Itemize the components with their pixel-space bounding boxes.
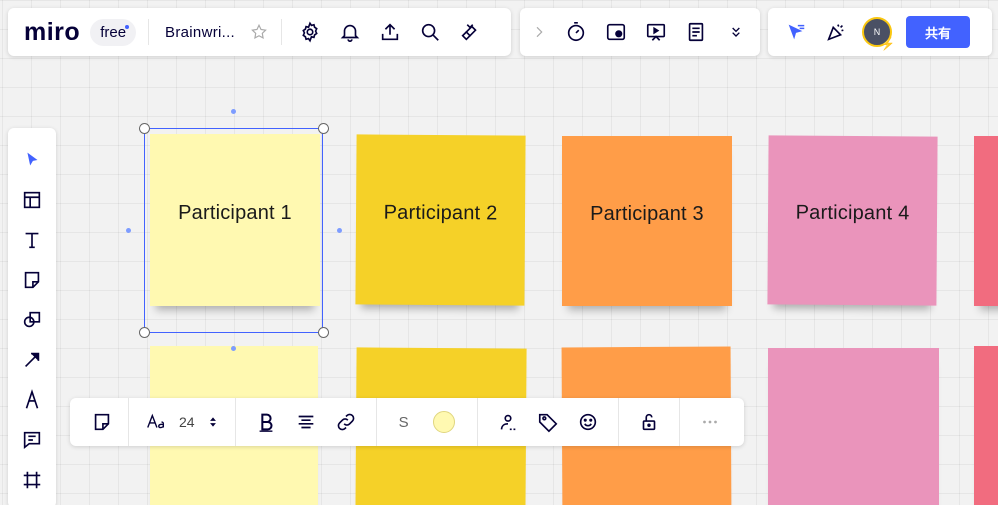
presentation-icon[interactable] bbox=[636, 14, 676, 50]
plugin-icon[interactable] bbox=[450, 14, 490, 50]
comment-icon[interactable] bbox=[14, 420, 50, 460]
pen-tool-icon[interactable] bbox=[14, 380, 50, 420]
templates-icon[interactable] bbox=[14, 180, 50, 220]
notes-icon[interactable] bbox=[676, 14, 716, 50]
bell-icon[interactable] bbox=[330, 14, 370, 50]
fill-color-swatch[interactable] bbox=[432, 411, 455, 433]
sticky-note-text[interactable]: Participant 3 bbox=[590, 203, 704, 226]
top-middle-toolbar bbox=[520, 8, 760, 56]
search-icon[interactable] bbox=[410, 14, 450, 50]
chevron-right-icon[interactable] bbox=[522, 14, 556, 50]
tag-icon[interactable] bbox=[528, 404, 568, 440]
select-cursor-icon[interactable] bbox=[14, 140, 50, 180]
share-button[interactable]: 共有 bbox=[906, 16, 970, 48]
sticky-note-partial[interactable] bbox=[974, 136, 998, 306]
lock-icon[interactable] bbox=[629, 404, 669, 440]
assign-icon[interactable] bbox=[488, 404, 528, 440]
font-size-stepper-icon[interactable] bbox=[201, 404, 225, 440]
connector-dot[interactable] bbox=[337, 228, 342, 233]
arrow-tool-icon[interactable] bbox=[14, 340, 50, 380]
frame-icon[interactable] bbox=[14, 460, 50, 500]
celebrate-icon[interactable] bbox=[816, 14, 856, 50]
top-right-toolbar: N ⚡ 共有 bbox=[768, 8, 992, 56]
upload-icon[interactable] bbox=[370, 14, 410, 50]
plan-badge[interactable]: free bbox=[90, 18, 137, 46]
font-group: 24 bbox=[129, 398, 236, 446]
sticky-note-type-icon[interactable] bbox=[84, 404, 120, 440]
avatar-initial: N bbox=[873, 27, 881, 37]
context-toolbar: 24 S bbox=[70, 398, 744, 446]
resize-handle[interactable] bbox=[139, 123, 150, 134]
font-family-icon[interactable] bbox=[139, 404, 173, 440]
left-toolbar bbox=[8, 128, 56, 505]
text-format-group bbox=[236, 398, 377, 446]
timer-icon[interactable] bbox=[556, 14, 596, 50]
sticky-note[interactable]: Participant 4 bbox=[767, 135, 938, 306]
meta-group bbox=[478, 398, 619, 446]
connector-dot[interactable] bbox=[231, 346, 236, 351]
double-chevron-down-icon[interactable] bbox=[716, 14, 756, 50]
font-size-value[interactable]: 24 bbox=[179, 414, 195, 430]
sticky-note[interactable]: Participant 3 bbox=[562, 136, 732, 306]
note-type-group bbox=[70, 398, 129, 446]
star-icon[interactable] bbox=[245, 14, 273, 50]
selection-box bbox=[144, 128, 323, 333]
resize-handle[interactable] bbox=[139, 327, 150, 338]
align-center-icon[interactable] bbox=[286, 404, 326, 440]
gear-icon[interactable] bbox=[290, 14, 330, 50]
divider bbox=[148, 19, 150, 45]
shapes-icon[interactable] bbox=[14, 300, 50, 340]
text-tool-icon[interactable] bbox=[14, 220, 50, 260]
resize-handle[interactable] bbox=[318, 327, 329, 338]
top-left-toolbar: miro free Brainwri... bbox=[8, 8, 511, 56]
miro-logo[interactable]: miro bbox=[24, 18, 80, 47]
cursor-reactions-icon[interactable] bbox=[776, 14, 816, 50]
more-icon[interactable] bbox=[690, 404, 730, 440]
color-group: S bbox=[377, 398, 478, 446]
sticky-note-partial[interactable] bbox=[974, 346, 998, 505]
plan-dot bbox=[125, 24, 130, 29]
lightning-icon: ⚡ bbox=[880, 37, 895, 51]
sticky-note-text[interactable]: Participant 4 bbox=[796, 202, 910, 226]
screen-record-icon[interactable] bbox=[596, 14, 636, 50]
emoji-icon[interactable] bbox=[568, 404, 608, 440]
user-avatar[interactable]: N ⚡ bbox=[862, 17, 895, 51]
resize-handle[interactable] bbox=[318, 123, 329, 134]
lock-group bbox=[619, 398, 680, 446]
divider bbox=[281, 19, 283, 45]
sticky-note[interactable] bbox=[768, 348, 939, 505]
plan-label: free bbox=[100, 23, 127, 41]
sticky-note-text[interactable]: Participant 2 bbox=[384, 201, 498, 225]
shape-size-label[interactable]: S bbox=[399, 414, 409, 431]
sticky-note[interactable]: Participant 2 bbox=[355, 134, 526, 306]
link-icon[interactable] bbox=[326, 404, 366, 440]
sticky-note-icon[interactable] bbox=[14, 260, 50, 300]
connector-dot[interactable] bbox=[231, 109, 236, 114]
bold-icon[interactable] bbox=[246, 404, 286, 440]
connector-dot[interactable] bbox=[126, 228, 131, 233]
board-title[interactable]: Brainwri... bbox=[165, 24, 235, 41]
more-group bbox=[680, 398, 740, 446]
